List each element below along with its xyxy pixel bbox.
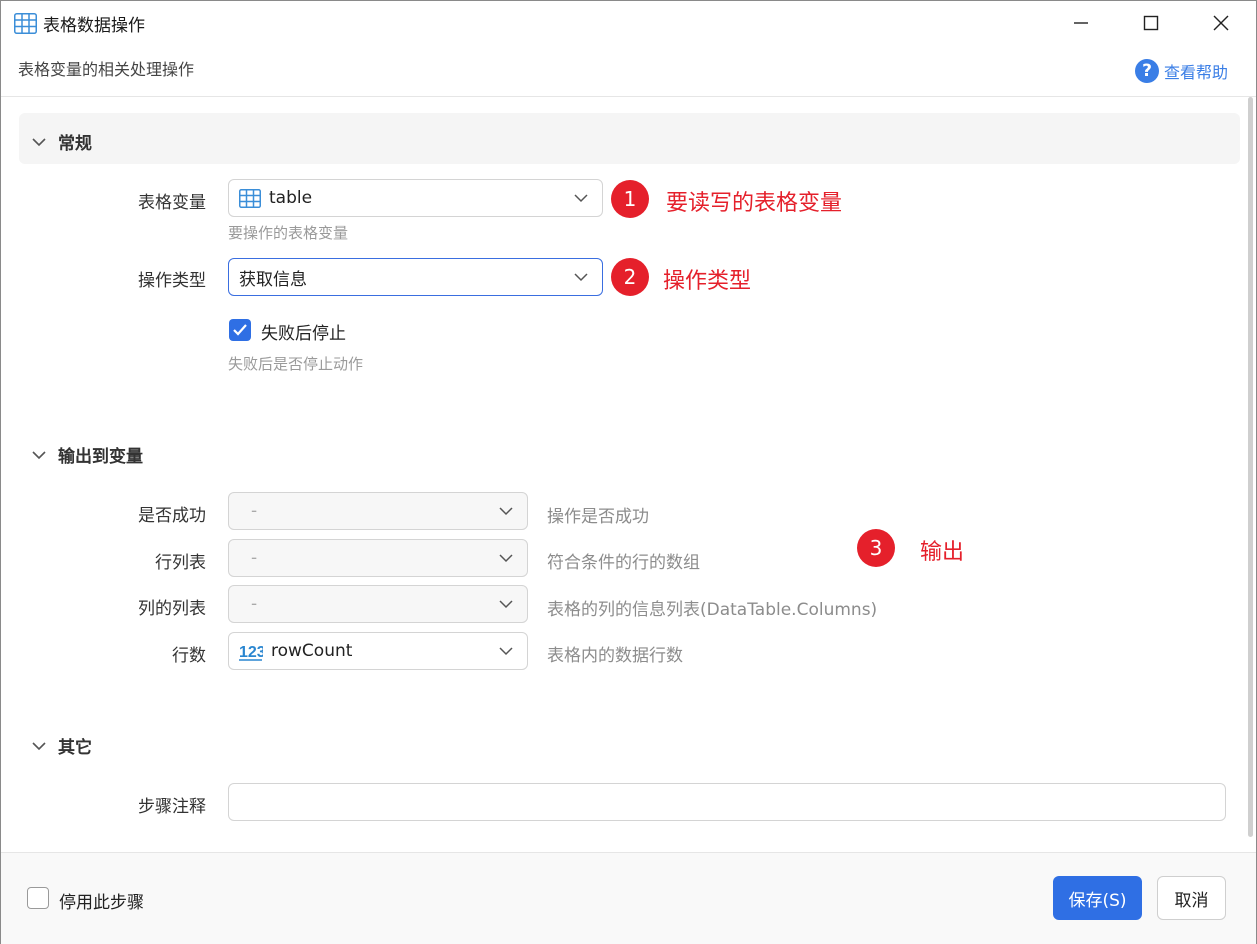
section-other-toggle[interactable]: 其它 xyxy=(32,733,92,758)
output-success-label: 是否成功 xyxy=(138,506,206,526)
help-label: 查看帮助 xyxy=(1164,63,1229,82)
output-rows-select[interactable]: - xyxy=(228,539,528,577)
section-output-toggle[interactable]: 输出到变量 xyxy=(32,442,143,467)
chevron-down-icon xyxy=(574,194,588,203)
output-success-select[interactable]: - xyxy=(228,492,528,530)
header-divider xyxy=(1,96,1256,97)
output-rowcount-desc: 表格内的数据行数 xyxy=(547,646,683,666)
output-rowcount-select[interactable]: 123 rowCount xyxy=(228,632,528,670)
footer-bar: 停用此步骤 保存(S) 取消 xyxy=(1,853,1256,944)
annotation-text-1: 要读写的表格变量 xyxy=(666,191,843,216)
svg-text:123: 123 xyxy=(239,644,263,661)
op-type-label: 操作类型 xyxy=(138,271,206,291)
help-icon: ? xyxy=(1135,59,1159,83)
annotation-badge-3: 3 xyxy=(857,529,895,567)
chevron-down-icon xyxy=(499,507,513,516)
annotation-badge-2: 2 xyxy=(611,258,649,296)
section-general-header-bg xyxy=(19,113,1240,164)
output-rows-desc: 符合条件的行的数组 xyxy=(547,553,700,573)
disable-step-checkbox[interactable] xyxy=(27,887,49,909)
section-general-toggle[interactable]: 常规 xyxy=(32,129,92,154)
chevron-down-icon xyxy=(499,554,513,563)
output-columns-label: 列的列表 xyxy=(138,599,206,619)
table-var-value: table xyxy=(269,188,313,208)
output-rows-label: 行列表 xyxy=(155,553,206,573)
output-success-value: - xyxy=(251,501,258,521)
op-type-value: 获取信息 xyxy=(239,269,307,290)
disable-step-label: 停用此步骤 xyxy=(59,893,144,913)
title-bar: 表格数据操作 xyxy=(1,1,1256,45)
scrollbar[interactable] xyxy=(1248,97,1253,837)
table-var-select[interactable]: table xyxy=(228,179,603,217)
chevron-down-icon xyxy=(32,741,46,750)
maximize-button[interactable] xyxy=(1116,1,1186,45)
annotation-text-3: 输出 xyxy=(920,540,965,565)
close-icon xyxy=(1213,15,1229,31)
stop-on-fail-checkbox[interactable] xyxy=(229,319,251,341)
table-icon xyxy=(14,13,37,34)
save-button[interactable]: 保存(S) xyxy=(1053,876,1142,920)
stop-on-fail-label: 失败后停止 xyxy=(261,324,346,344)
chevron-down-icon xyxy=(499,600,513,609)
table-icon xyxy=(239,188,261,208)
table-var-label: 表格变量 xyxy=(138,193,206,213)
output-columns-select[interactable]: - xyxy=(228,585,528,623)
close-button[interactable] xyxy=(1186,1,1256,45)
maximize-icon xyxy=(1143,15,1159,31)
output-columns-value: - xyxy=(251,594,258,614)
dialog-window: 表格数据操作 表格变量的相关处理操作 ? 查看帮助 常规 表格变量 table xyxy=(0,0,1257,944)
chevron-down-icon xyxy=(32,450,46,459)
section-other-title: 其它 xyxy=(58,738,92,758)
window-subtitle: 表格变量的相关处理操作 xyxy=(18,60,195,79)
output-rowcount-label: 行数 xyxy=(172,646,206,666)
chevron-down-icon xyxy=(32,137,46,146)
step-note-label: 步骤注释 xyxy=(138,797,206,817)
annotation-text-2: 操作类型 xyxy=(663,269,752,294)
output-columns-desc: 表格的列的信息列表(DataTable.Columns) xyxy=(547,600,878,620)
table-var-hint: 要操作的表格变量 xyxy=(228,224,349,242)
cancel-button[interactable]: 取消 xyxy=(1157,876,1226,920)
section-output-title: 输出到变量 xyxy=(58,447,143,467)
output-success-desc: 操作是否成功 xyxy=(547,507,649,527)
number-123-icon: 123 xyxy=(239,644,263,661)
stop-on-fail-hint: 失败后是否停止动作 xyxy=(228,355,364,373)
minimize-button[interactable] xyxy=(1046,1,1116,45)
chevron-down-icon xyxy=(574,273,588,282)
window-title: 表格数据操作 xyxy=(43,16,145,36)
annotation-badge-1: 1 xyxy=(611,180,649,218)
step-note-input[interactable] xyxy=(228,783,1226,821)
output-rows-value: - xyxy=(251,548,258,568)
minimize-icon xyxy=(1074,22,1088,24)
output-rowcount-value: rowCount xyxy=(271,641,353,661)
op-type-select[interactable]: 获取信息 xyxy=(228,258,603,296)
help-link[interactable]: ? 查看帮助 xyxy=(1135,59,1228,83)
section-general-title: 常规 xyxy=(58,134,92,154)
checkmark-icon xyxy=(233,324,247,336)
chevron-down-icon xyxy=(499,647,513,656)
